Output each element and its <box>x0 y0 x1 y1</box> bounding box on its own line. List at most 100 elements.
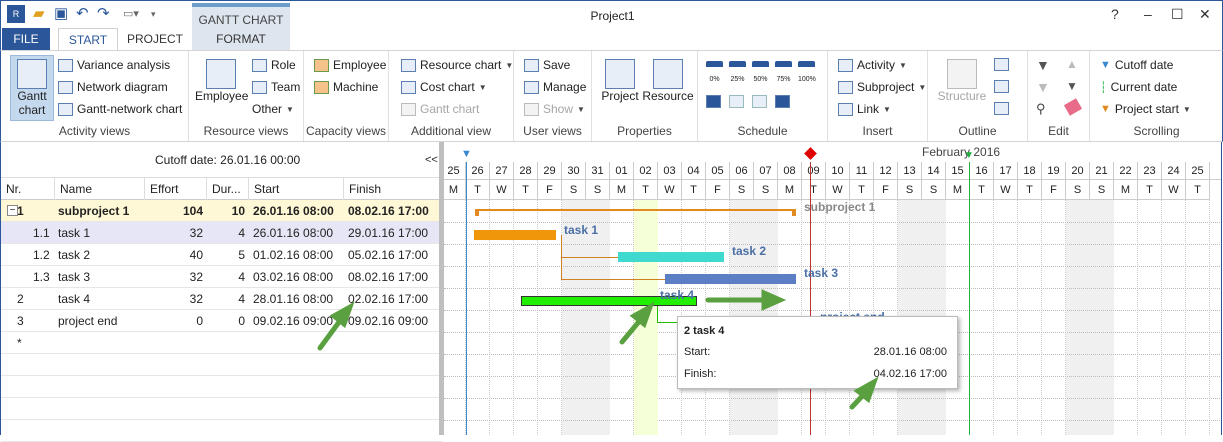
table-row[interactable]: 3 project end 0 0 09.02.16 09:00 09.02.16 09:… <box>1 310 442 332</box>
insert-activity-button[interactable]: Activity ▼ <box>838 58 907 72</box>
chevron-down-icon: ▼ <box>918 82 927 92</box>
progress-0-button[interactable]: 0% <box>706 61 723 83</box>
unlink-icon[interactable] <box>729 95 744 108</box>
network-diagram-button[interactable]: Network diagram <box>58 80 168 94</box>
col-start[interactable]: Start <box>249 178 344 200</box>
table-row[interactable]: 1.2 task 2 40 5 01.02.16 08:00 05.02.16 17:00 <box>1 244 442 266</box>
project-start-button[interactable]: ▼ Project start ▼ <box>1100 102 1191 116</box>
indent-icon[interactable] <box>994 58 1009 71</box>
subproject-summary-bar[interactable] <box>475 209 796 211</box>
insert-subproject-button[interactable]: Subproject ▼ <box>838 80 926 94</box>
cell-finish: 09.02.16 09:00 <box>348 314 429 328</box>
find-icon[interactable]: ⚲ <box>1036 101 1046 117</box>
table-row[interactable]: 1.3 task 3 32 4 03.02.16 08:00 08.02.16 17:00 <box>1 266 442 288</box>
show-view-button[interactable]: Show ▼ <box>524 102 585 116</box>
empty-row[interactable] <box>1 398 442 420</box>
move-up-icon[interactable]: ▲ <box>1066 57 1078 71</box>
link-icon <box>838 102 853 116</box>
employee-view-button[interactable]: Employee <box>195 59 248 103</box>
move-icon[interactable] <box>775 95 790 108</box>
col-duration[interactable]: Dur... <box>207 178 249 200</box>
task-3-bar[interactable] <box>665 274 796 284</box>
progress-25-button[interactable]: 25% <box>729 61 746 83</box>
gantt-network-label: Gantt-network chart <box>77 102 183 116</box>
subproject-label: Subproject <box>857 80 915 94</box>
close-icon[interactable]: ✕ <box>1199 6 1211 23</box>
col-effort[interactable]: Effort <box>145 178 207 200</box>
move-down-icon[interactable]: ▼ <box>1066 79 1078 93</box>
filter-icon[interactable]: ▼ <box>1036 57 1050 73</box>
collapse-table-button[interactable]: << <box>425 154 438 166</box>
empty-row[interactable] <box>1 354 442 376</box>
tab-project[interactable]: PROJECT <box>125 28 185 50</box>
link-tasks-icon[interactable] <box>706 95 721 108</box>
tab-format[interactable]: FORMAT <box>192 28 290 50</box>
team-button[interactable]: Team <box>252 80 300 94</box>
table-row[interactable]: * <box>1 332 442 354</box>
col-finish[interactable]: Finish <box>344 178 442 200</box>
weekend-column <box>1090 200 1114 435</box>
machine-button[interactable]: Machine <box>314 80 378 94</box>
role-button[interactable]: Role <box>252 58 296 72</box>
cutoff-date-button[interactable]: ▼ Cutoff date <box>1100 58 1173 72</box>
table-row[interactable]: 2 task 4 32 4 28.01.16 08:00 02.02.16 17:00 <box>1 288 442 310</box>
task-1-bar[interactable] <box>474 230 556 240</box>
group-schedule: 0% 25% 50% 75% 100% Schedule <box>698 51 828 141</box>
manage-views-button[interactable]: Manage <box>524 80 586 94</box>
minimize-icon[interactable]: – <box>1144 6 1152 22</box>
sort-icon[interactable] <box>994 102 1009 115</box>
chevron-down-icon: ▼ <box>883 104 891 114</box>
variance-analysis-button[interactable]: Variance analysis <box>58 58 170 72</box>
project-properties-button[interactable]: Project <box>599 59 641 103</box>
maximize-icon[interactable]: ☐ <box>1171 6 1184 23</box>
empty-row[interactable] <box>1 376 442 398</box>
cell-nr: 1.2 <box>33 248 50 262</box>
tooltip-title: 2 task 4 <box>684 325 725 337</box>
cell-effort <box>145 332 207 354</box>
collapse-row-icon[interactable]: − <box>7 205 18 216</box>
weekday-letter: T <box>1186 180 1210 200</box>
weekday-letter: S <box>562 180 586 200</box>
current-date-button[interactable]: ┆ Current date <box>1100 80 1177 94</box>
clear-filter-icon[interactable]: ▼ <box>1036 79 1050 95</box>
col-name[interactable]: Name <box>55 178 145 200</box>
tab-file[interactable]: FILE <box>2 28 50 50</box>
eraser-icon[interactable] <box>1063 98 1083 116</box>
group-capacity-views: Employee Machine Capacity views <box>304 51 389 141</box>
insert-link-button[interactable]: Link ▼ <box>838 102 891 116</box>
tab-start[interactable]: START <box>58 28 118 51</box>
col-nr[interactable]: Nr. <box>1 178 55 200</box>
progress-100-button[interactable]: 100% <box>798 61 816 83</box>
cost-chart-button[interactable]: Cost chart ▼ <box>401 80 487 94</box>
save-view-button[interactable]: Save <box>524 58 570 72</box>
capacity-employee-button[interactable]: Employee <box>314 58 386 72</box>
window-title: Project1 <box>590 9 635 23</box>
progress-50-button[interactable]: 50% <box>752 61 769 83</box>
outdent-icon[interactable] <box>994 80 1009 93</box>
network-icon <box>58 80 73 94</box>
resource-properties-button[interactable]: Resource <box>642 59 694 103</box>
gantt-network-button[interactable]: Gantt-network chart <box>58 102 182 116</box>
day-number: 22 <box>1114 162 1138 180</box>
split-icon[interactable] <box>752 95 767 108</box>
resource-chart-button[interactable]: Resource chart ▼ <box>401 58 513 72</box>
cutoff-marker-icon[interactable]: ▼ <box>461 148 472 160</box>
gantt-chart-button[interactable]: Gantt chart <box>10 55 54 121</box>
day-number: 11 <box>850 162 874 180</box>
milestone-marker-icon <box>804 147 817 160</box>
group-label: Insert <box>862 124 893 138</box>
empty-row[interactable] <box>1 420 442 442</box>
help-icon[interactable]: ? <box>1111 6 1119 22</box>
project-start-icon: ▼ <box>1100 103 1111 115</box>
table-row[interactable]: 1.1 task 1 32 4 26.01.16 08:00 29.01.16 17:00 <box>1 222 442 244</box>
other-button[interactable]: Other ▼ <box>252 102 294 116</box>
structure-button[interactable]: Structure <box>934 59 990 103</box>
group-outline: Structure Outline <box>928 51 1028 141</box>
chevron-down-icon: ▼ <box>286 104 294 114</box>
additional-gantt-button[interactable]: Gantt chart <box>401 102 479 116</box>
table-row[interactable]: 1 subproject 1 104 10 26.01.16 08:00 08.02.16… <box>1 200 442 222</box>
progress-75-button[interactable]: 75% <box>775 61 792 83</box>
task-2-bar[interactable] <box>618 252 724 262</box>
day-number: 29 <box>538 162 562 180</box>
cell-nr: 1.1 <box>33 226 50 240</box>
